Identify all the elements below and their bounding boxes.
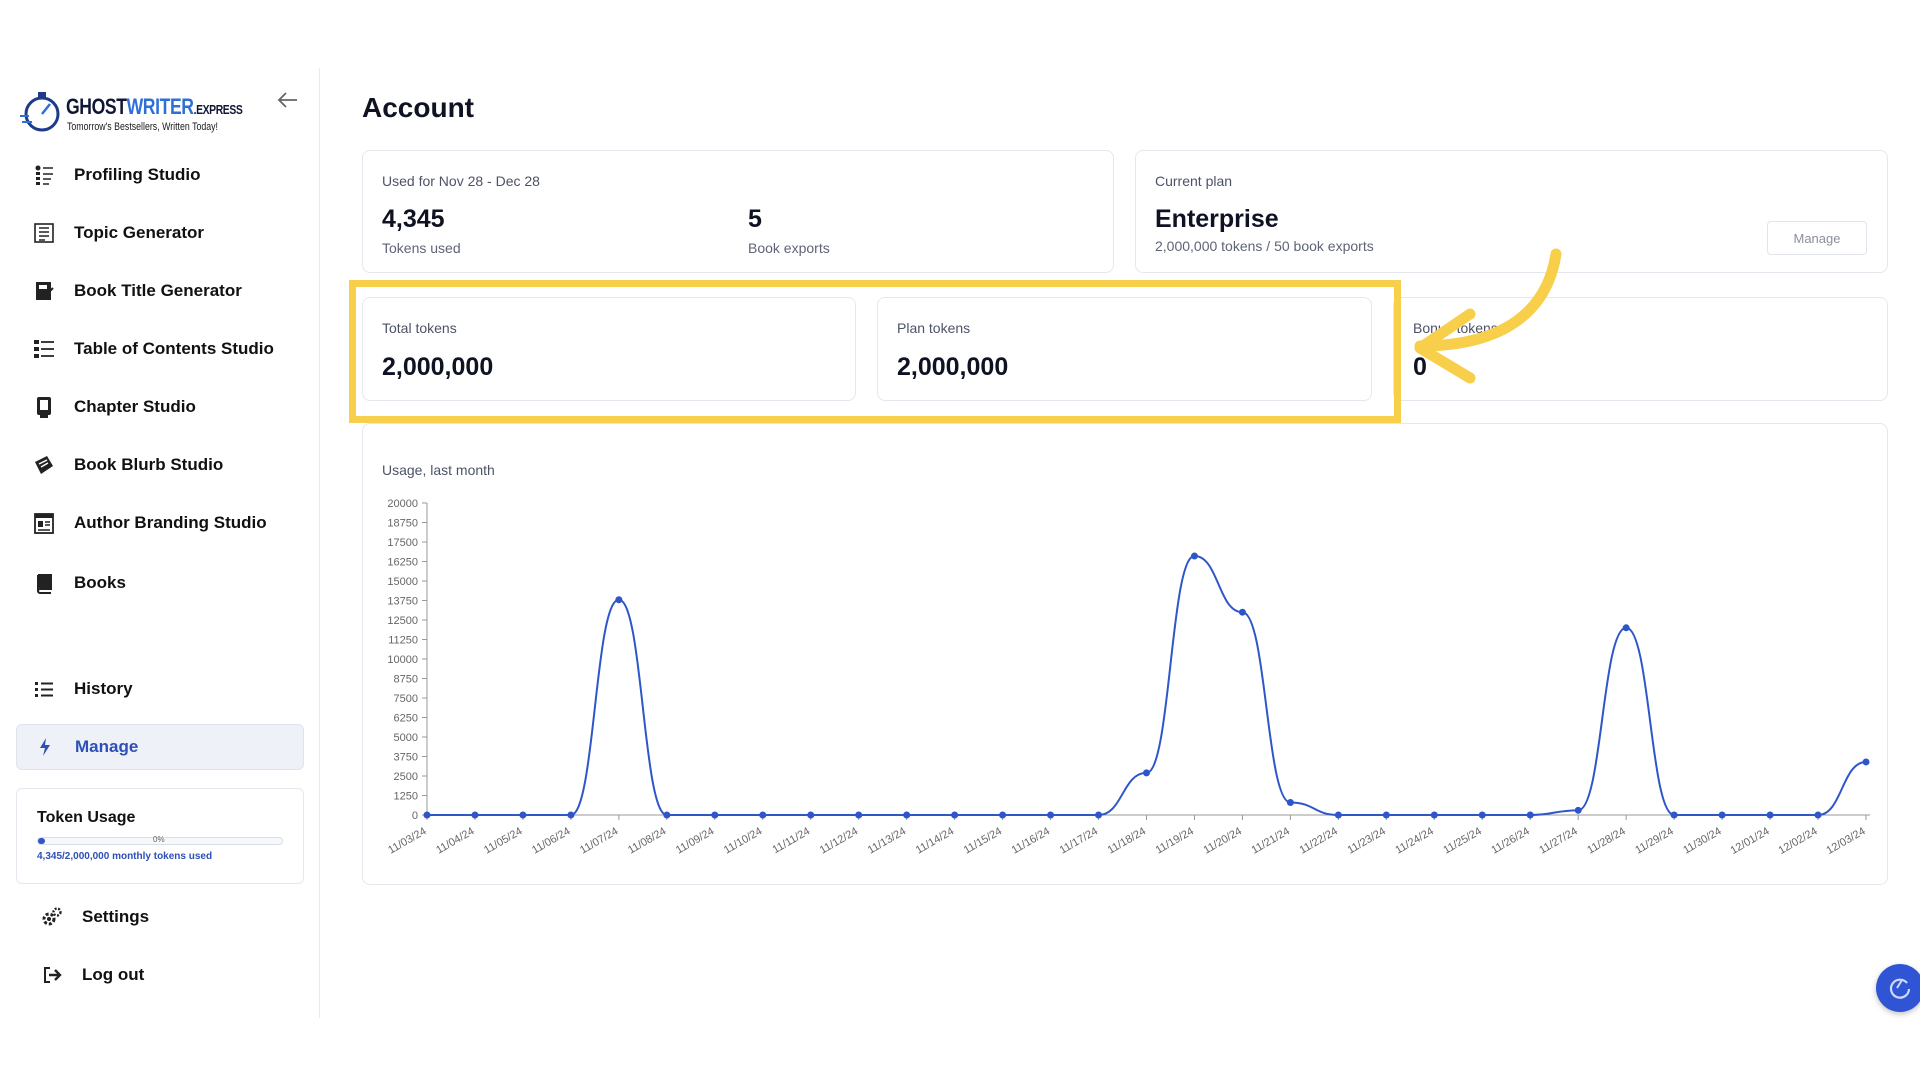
book-title-icon bbox=[32, 279, 56, 303]
book-icon bbox=[32, 571, 56, 595]
tokens-used-value: 4,345 bbox=[382, 205, 445, 233]
token-usage-progress-fill bbox=[38, 838, 46, 844]
list-icon bbox=[32, 677, 56, 701]
stopwatch-logo-icon bbox=[20, 92, 60, 132]
token-usage-percent: 0% bbox=[153, 835, 165, 844]
plan-detail: 2,000,000 tokens / 50 book exports bbox=[1155, 238, 1374, 254]
sidebar-item-book-title-generator[interactable]: Book Title Generator bbox=[16, 268, 304, 314]
current-plan-label: Current plan bbox=[1155, 173, 1233, 189]
tokens-used-label: Tokens used bbox=[382, 240, 461, 256]
book-exports-value: 5 bbox=[748, 205, 762, 233]
topic-icon bbox=[32, 221, 56, 245]
app-window: GHOSTWRITER.EXPRESS Tomorrow's Bestselle… bbox=[0, 0, 1920, 1080]
plan-name: Enterprise bbox=[1155, 205, 1279, 233]
token-usage-summary: 4,345/2,000,000 monthly tokens used bbox=[37, 851, 213, 862]
ghostwriter-logo[interactable]: GHOSTWRITER.EXPRESS Tomorrow's Bestselle… bbox=[20, 88, 243, 136]
book-exports-label: Book exports bbox=[748, 240, 830, 256]
usage-summary-card: Used for Nov 28 - Dec 28 4,345 Tokens us… bbox=[362, 150, 1114, 273]
sidebar-item-label: Author Branding Studio bbox=[74, 513, 267, 532]
sidebar-item-topic-generator[interactable]: Topic Generator bbox=[16, 210, 304, 256]
logo-wordmark: GHOSTWRITER.EXPRESS bbox=[66, 94, 243, 119]
bonus-tokens-value: 0 bbox=[1413, 353, 1427, 381]
tutorial-arrow-icon bbox=[1414, 248, 1562, 384]
sidebar-item-label: Books bbox=[74, 573, 126, 592]
logout-icon bbox=[40, 963, 64, 987]
sidebar-item-book-blurb-studio[interactable]: Book Blurb Studio bbox=[16, 442, 304, 488]
sidebar-item-label: Settings bbox=[82, 907, 150, 926]
sidebar-item-label: Book Title Generator bbox=[74, 281, 242, 300]
sidebar-item-books[interactable]: Books bbox=[16, 560, 304, 606]
sidebar-item-chapter-studio[interactable]: Chapter Studio bbox=[16, 384, 304, 430]
tutorial-highlight-box bbox=[349, 280, 1401, 423]
profiling-icon bbox=[32, 163, 56, 187]
sidebar-item-table-of-contents-studio[interactable]: Table of Contents Studio bbox=[16, 326, 304, 372]
token-usage-title: Token Usage bbox=[37, 809, 136, 826]
sidebar-item-label: History bbox=[74, 679, 133, 698]
sidebar-item-author-branding-studio[interactable]: Author Branding Studio bbox=[16, 500, 304, 546]
page-title: Account bbox=[362, 92, 474, 123]
usage-chart-card: Usage, last month bbox=[362, 423, 1888, 885]
sidebar-item-label: Manage bbox=[75, 737, 139, 756]
token-usage-progress-bar: 0% bbox=[37, 835, 283, 845]
sidebar-item-label: Chapter Studio bbox=[74, 397, 196, 416]
sidebar-item-history[interactable]: History bbox=[16, 666, 304, 712]
manage-plan-button[interactable]: Manage bbox=[1767, 221, 1867, 255]
sidebar-item-profiling-studio[interactable]: Profiling Studio bbox=[16, 152, 304, 198]
help-icon bbox=[1889, 978, 1911, 999]
logo-tagline: Tomorrow's Bestsellers, Written Today! bbox=[67, 121, 219, 133]
sidebar-item-label: Table of Contents Studio bbox=[74, 339, 274, 358]
toc-icon bbox=[32, 337, 56, 361]
sidebar-item-settings[interactable]: Settings bbox=[24, 894, 304, 940]
sidebar-item-label: Book Blurb Studio bbox=[74, 455, 224, 474]
sidebar-item-manage[interactable]: Manage bbox=[16, 724, 304, 770]
branding-icon bbox=[32, 511, 56, 535]
sidebar-item-label: Topic Generator bbox=[74, 223, 205, 242]
blurb-icon bbox=[32, 453, 56, 477]
sidebar-item-label: Log out bbox=[82, 965, 145, 984]
sidebar: GHOSTWRITER.EXPRESS Tomorrow's Bestselle… bbox=[0, 68, 320, 1018]
collapse-sidebar-arrow-icon[interactable] bbox=[276, 88, 300, 112]
usage-period-label: Used for Nov 28 - Dec 28 bbox=[382, 173, 540, 189]
help-chat-button[interactable] bbox=[1876, 964, 1920, 1012]
token-usage-card: Token Usage 0% 4,345/2,000,000 monthly t… bbox=[16, 788, 304, 884]
chapter-icon bbox=[32, 395, 56, 419]
lightning-icon bbox=[33, 735, 57, 759]
chart-title: Usage, last month bbox=[382, 462, 495, 478]
sidebar-item-logout[interactable]: Log out bbox=[24, 952, 304, 998]
sidebar-item-label: Profiling Studio bbox=[74, 165, 201, 184]
gears-icon bbox=[40, 905, 64, 929]
